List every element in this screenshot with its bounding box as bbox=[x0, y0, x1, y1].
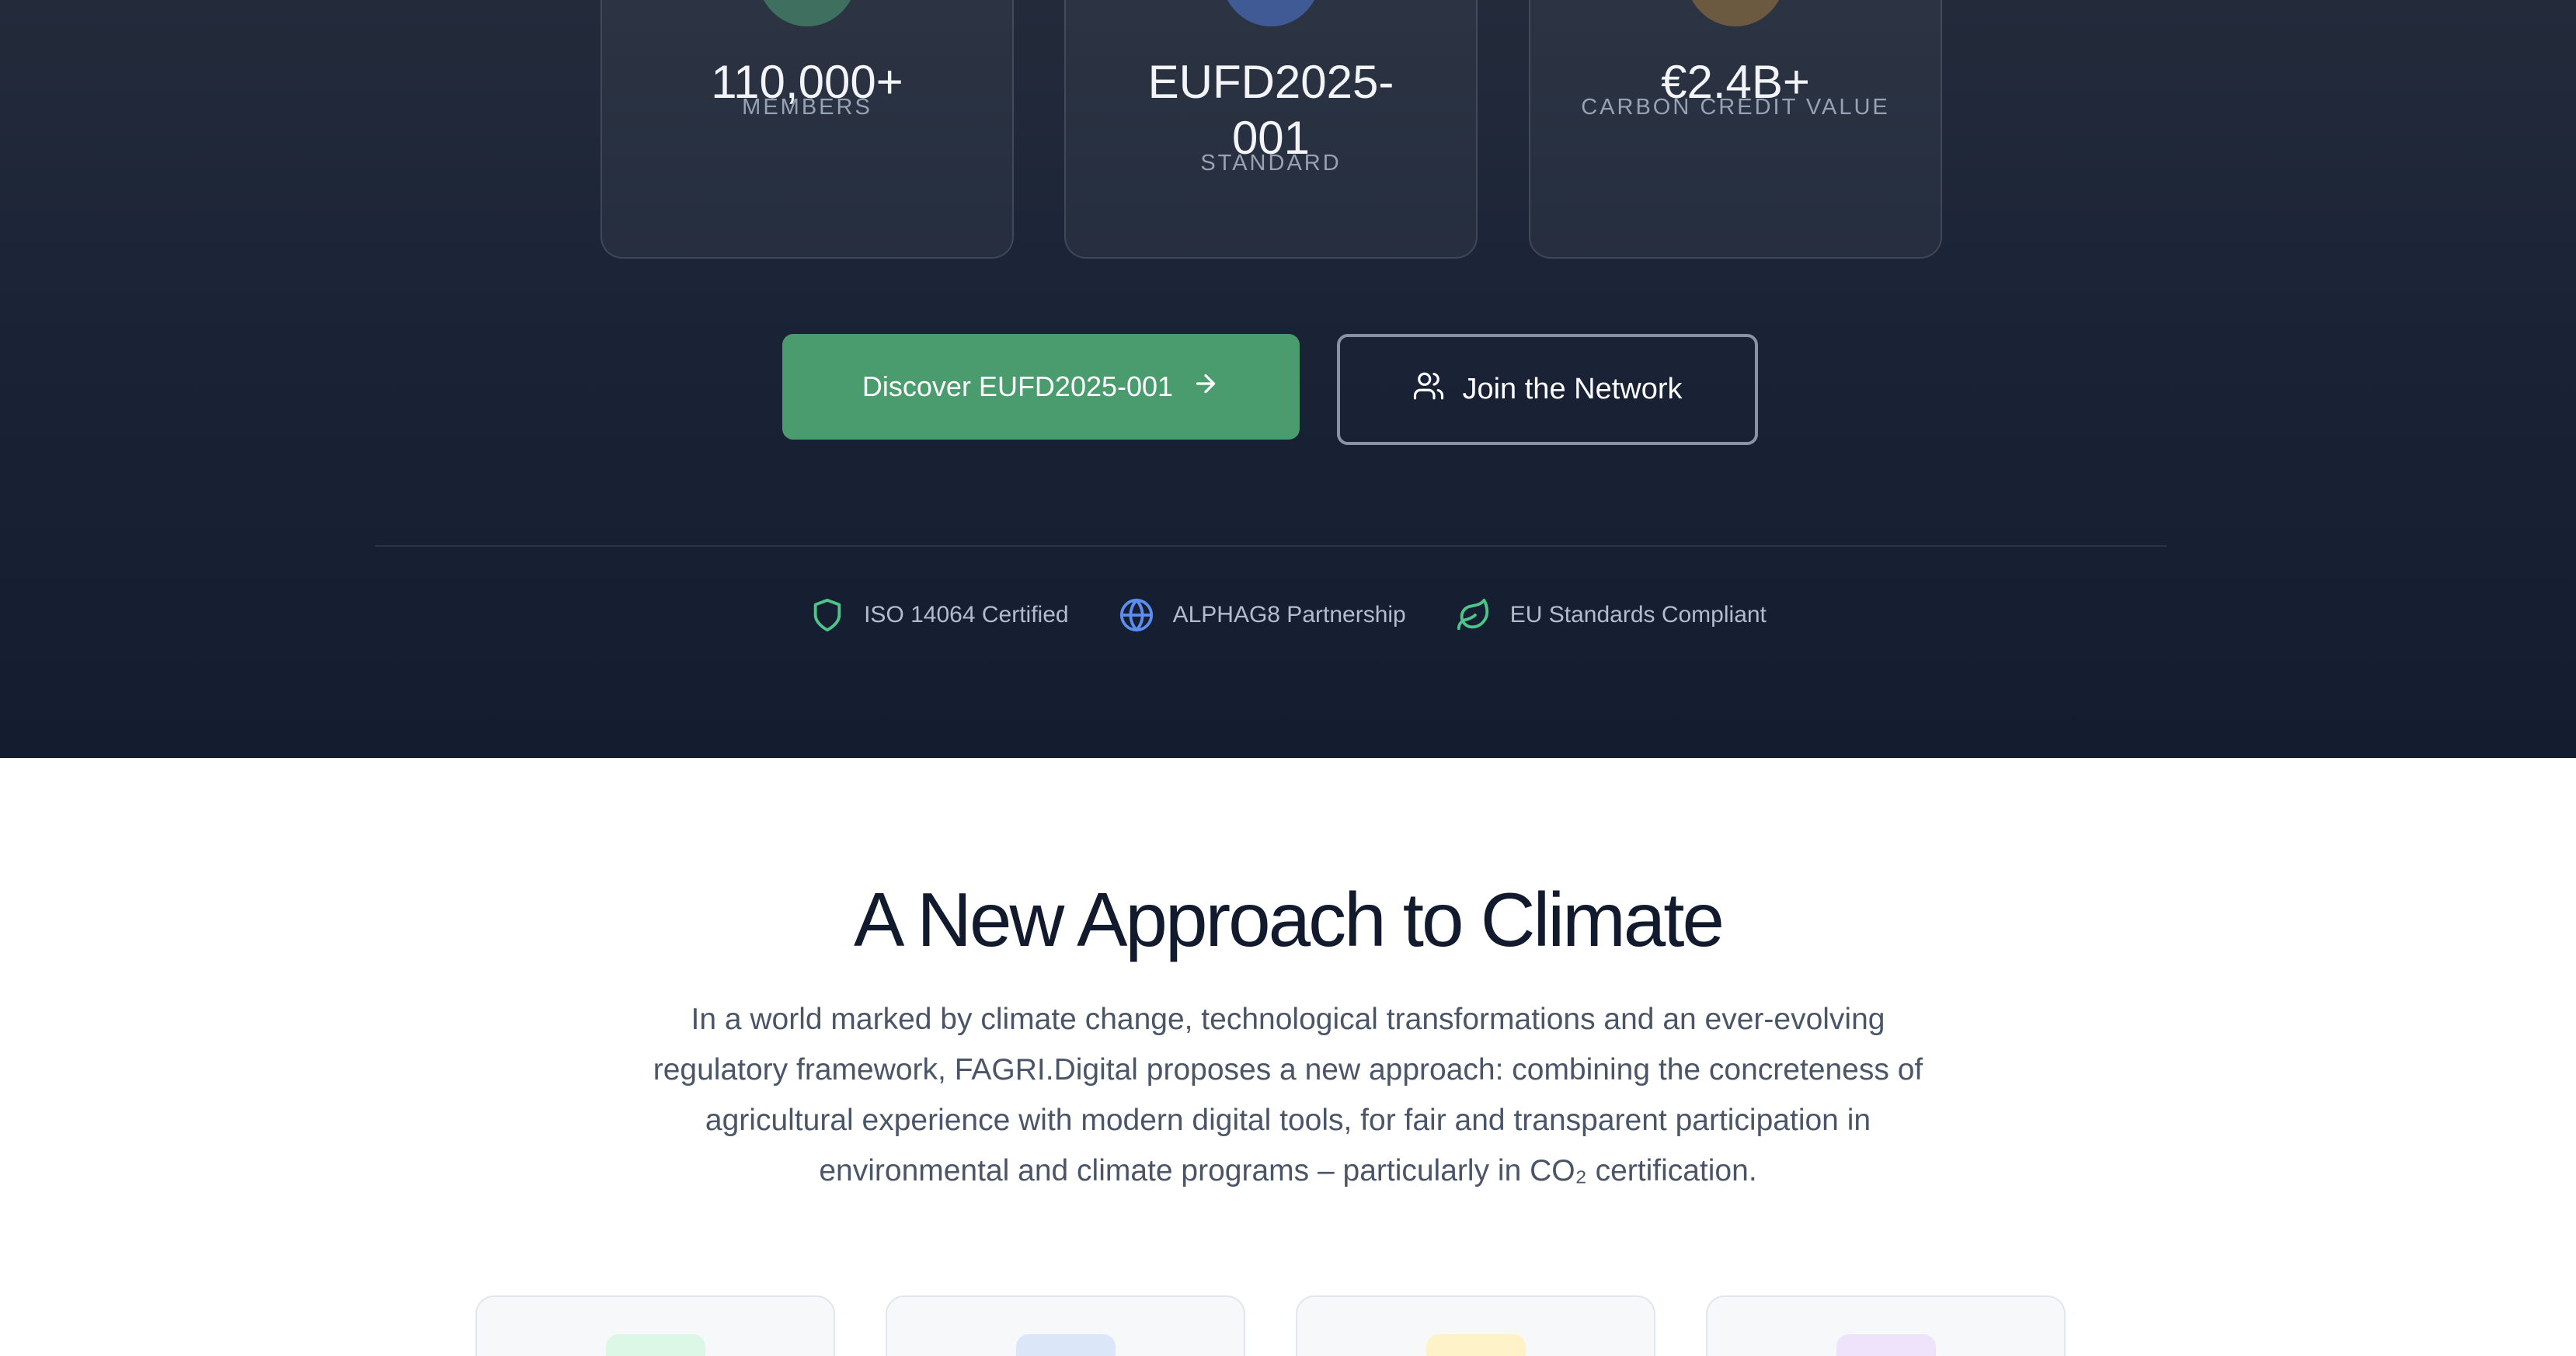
badge-label: ISO 14064 Certified bbox=[864, 602, 1069, 628]
stat-card-standard: EUFD2025-001 STANDARD bbox=[1064, 0, 1478, 259]
stat-icon-circle bbox=[1686, 0, 1785, 26]
section-description: In a world marked by climate change, tec… bbox=[653, 1003, 1923, 1187]
badge-label: EU Standards Compliant bbox=[1509, 602, 1767, 628]
stat-value: EUFD2025-001 bbox=[1147, 56, 1394, 164]
trust-badges: ISO 14064 Certified ALPHAG8 Partnership … bbox=[0, 593, 2576, 637]
feature-icon-chip bbox=[1015, 1334, 1116, 1356]
stat-label: STANDARD bbox=[1200, 151, 1342, 176]
hero-section: 110,000+ MEMBERS EUFD2025-001 STANDARD €… bbox=[0, 0, 2576, 758]
discover-button-label: Discover EUFD2025-001 bbox=[862, 370, 1174, 402]
stat-icon-circle bbox=[757, 0, 857, 26]
hero-divider bbox=[375, 545, 2167, 547]
join-button-label: Join the Network bbox=[1462, 373, 1683, 405]
section-title: A New Approach to Climate bbox=[854, 877, 1725, 962]
stat-label: CARBON CREDIT VALUE bbox=[1581, 95, 1890, 120]
shield-icon bbox=[809, 597, 845, 633]
feature-icon-chip bbox=[1426, 1334, 1526, 1356]
stat-card-carbon-credit: €2.4B+ CARBON CREDIT VALUE bbox=[1529, 0, 1942, 259]
join-network-button[interactable]: Join the Network bbox=[1337, 334, 1758, 445]
feature-card bbox=[1296, 1295, 1655, 1356]
leaf-icon bbox=[1456, 597, 1492, 633]
feature-card bbox=[475, 1295, 835, 1356]
discover-standard-button[interactable]: Discover EUFD2025-001 bbox=[782, 334, 1300, 440]
feature-icon-chip bbox=[605, 1334, 705, 1356]
badge-label: ALPHAG8 Partnership bbox=[1172, 602, 1406, 628]
users-icon bbox=[1412, 370, 1445, 410]
stat-card-members: 110,000+ MEMBERS bbox=[600, 0, 1014, 259]
stat-label: MEMBERS bbox=[742, 95, 872, 120]
badge-alphag8-partnership: ALPHAG8 Partnership bbox=[1119, 597, 1406, 633]
feature-icon-chip bbox=[1836, 1334, 1936, 1356]
stat-icon-circle bbox=[1221, 0, 1321, 26]
badge-iso-certified: ISO 14064 Certified bbox=[809, 597, 1069, 633]
arrow-right-icon bbox=[1192, 370, 1220, 405]
globe-icon bbox=[1119, 597, 1154, 633]
feature-card bbox=[1706, 1295, 2066, 1356]
badge-eu-compliant: EU Standards Compliant bbox=[1456, 597, 1767, 633]
feature-card bbox=[886, 1295, 1245, 1356]
